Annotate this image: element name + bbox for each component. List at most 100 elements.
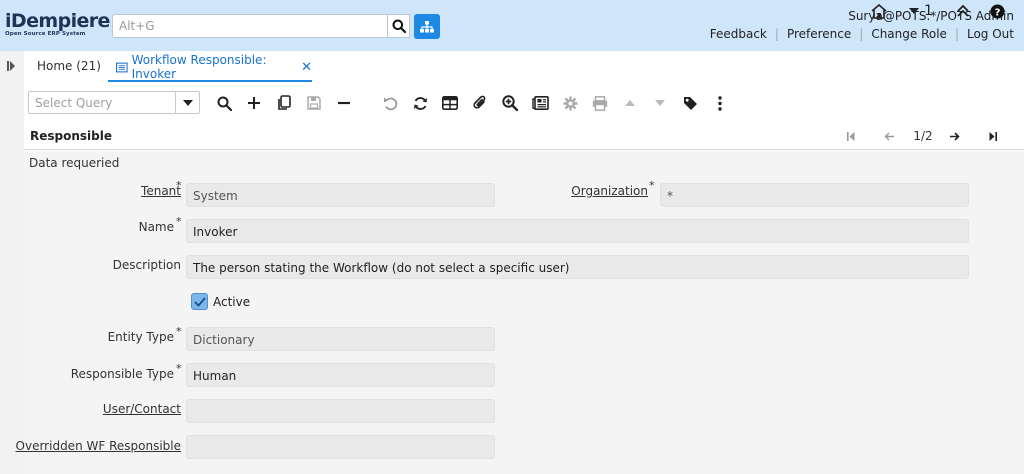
next-record-nav-button[interactable]	[945, 127, 963, 145]
logout-link[interactable]: Log Out	[967, 27, 1014, 41]
next-record-button[interactable]	[649, 92, 671, 114]
required-asterisk: *	[176, 362, 182, 375]
logo[interactable]: iDempiere Open Source ERP System	[5, 10, 110, 39]
user-contact-field[interactable]	[186, 399, 495, 423]
save-button[interactable]	[303, 92, 325, 114]
responsible-type-label: Responsible Type	[70, 367, 174, 381]
last-page-icon	[989, 131, 997, 141]
delete-record-button[interactable]	[333, 92, 355, 114]
plus-icon	[248, 97, 260, 109]
overridden-wf-responsible-field[interactable]	[186, 435, 495, 459]
tenant-field[interactable]: System	[186, 183, 495, 207]
description-field[interactable]: The person stating the Workflow (do not …	[186, 255, 969, 279]
help-button[interactable]: ?	[988, 0, 1006, 22]
copy-record-button[interactable]	[273, 92, 295, 114]
arrow-left-icon	[884, 132, 894, 140]
report-button[interactable]	[529, 92, 551, 114]
grid-icon	[442, 96, 458, 110]
collapse-header-button[interactable]	[954, 0, 972, 22]
description-label: Description	[112, 258, 181, 272]
caret-up-icon	[625, 100, 635, 106]
home-button[interactable]	[869, 0, 889, 22]
required-marker: *	[175, 325, 182, 344]
status-message: Data requeried	[29, 156, 120, 170]
user-contact-label[interactable]: User/Contact	[103, 402, 181, 416]
newspaper-icon	[531, 96, 549, 110]
select-query-dropdown[interactable]	[175, 91, 200, 114]
prev-record-nav-button[interactable]	[880, 127, 898, 145]
more-actions-button[interactable]	[709, 92, 731, 114]
caret-down-icon	[909, 8, 920, 14]
global-search-input[interactable]: Alt+G	[112, 14, 388, 38]
refresh-icon	[413, 96, 427, 110]
divider: |	[954, 27, 959, 41]
refresh-button[interactable]	[409, 92, 431, 114]
toggle-grid-button[interactable]	[439, 92, 461, 114]
tab-home[interactable]: Home (21)	[37, 59, 101, 73]
organization-label[interactable]: Organization	[571, 184, 648, 198]
attachment-button[interactable]	[469, 92, 491, 114]
responsible-type-field[interactable]: Human	[186, 363, 495, 387]
required-marker: *	[175, 215, 182, 234]
zoom-across-button[interactable]	[499, 92, 521, 114]
name-field[interactable]: Invoker	[186, 219, 969, 243]
user-links: Feedback | Preference | Change Role | Lo…	[710, 27, 1014, 41]
search-icon	[217, 96, 232, 111]
undo-button[interactable]	[379, 92, 401, 114]
entity-type-field[interactable]: Dictionary	[186, 327, 495, 351]
organization-label-text: Organization	[571, 184, 648, 198]
window-list-dropdown[interactable]: 1	[906, 0, 936, 22]
divider: |	[859, 27, 864, 41]
paperclip-icon	[473, 95, 486, 109]
tab-workflow-responsible[interactable]: Workflow Responsible: Invoker ✕	[108, 53, 312, 82]
organization-field[interactable]: *	[660, 183, 969, 207]
previous-record-button[interactable]	[619, 92, 641, 114]
sitemap-icon	[420, 20, 434, 32]
arrow-right-icon	[949, 131, 960, 141]
copy-icon	[278, 95, 291, 110]
required-asterisk: *	[176, 325, 182, 338]
process-button[interactable]	[559, 92, 581, 114]
logo-text: iDempiere	[5, 10, 110, 32]
search-button[interactable]	[388, 14, 410, 38]
undo-icon	[383, 97, 397, 110]
required-asterisk: *	[176, 179, 182, 192]
close-tab-icon[interactable]: ✕	[301, 60, 312, 75]
zoom-in-icon	[502, 95, 518, 111]
menu-tree-button[interactable]	[414, 14, 440, 39]
new-record-button[interactable]	[243, 92, 265, 114]
label-button[interactable]	[679, 92, 701, 114]
overridden-wf-responsible-label[interactable]: Overridden WF Responsible	[16, 439, 181, 453]
checkmark-icon	[193, 296, 206, 307]
name-label: Name	[138, 220, 174, 234]
window-count: 1	[924, 3, 933, 19]
help-icon: ?	[990, 4, 1004, 18]
change-role-link[interactable]: Change Role	[871, 27, 947, 41]
expand-panel-icon	[7, 61, 15, 71]
divider: |	[774, 27, 779, 41]
first-record-button[interactable]	[842, 127, 860, 145]
west-panel-toggle[interactable]	[0, 51, 24, 474]
find-button[interactable]	[213, 92, 235, 114]
record-position: 1/2	[913, 129, 933, 143]
preference-link[interactable]: Preference	[787, 27, 851, 41]
first-page-icon	[847, 131, 855, 141]
caret-down-icon	[183, 99, 193, 106]
active-label: Active	[213, 295, 251, 309]
entity-type-label: Entity Type	[107, 330, 174, 344]
required-asterisk: *	[649, 179, 655, 192]
required-marker: *	[648, 179, 655, 198]
caret-down-icon	[655, 100, 665, 106]
kebab-menu-icon	[718, 95, 722, 111]
print-button[interactable]	[589, 92, 611, 114]
last-record-button[interactable]	[984, 127, 1002, 145]
search-icon	[392, 19, 406, 33]
tag-icon	[683, 96, 697, 110]
logo-subtitle: Open Source ERP System	[5, 31, 86, 37]
active-checkbox[interactable]	[191, 293, 208, 310]
svg-text:?: ?	[994, 7, 1000, 18]
minus-icon	[338, 101, 350, 105]
required-marker: *	[175, 179, 182, 198]
gear-icon	[563, 96, 577, 110]
feedback-link[interactable]: Feedback	[710, 27, 767, 41]
